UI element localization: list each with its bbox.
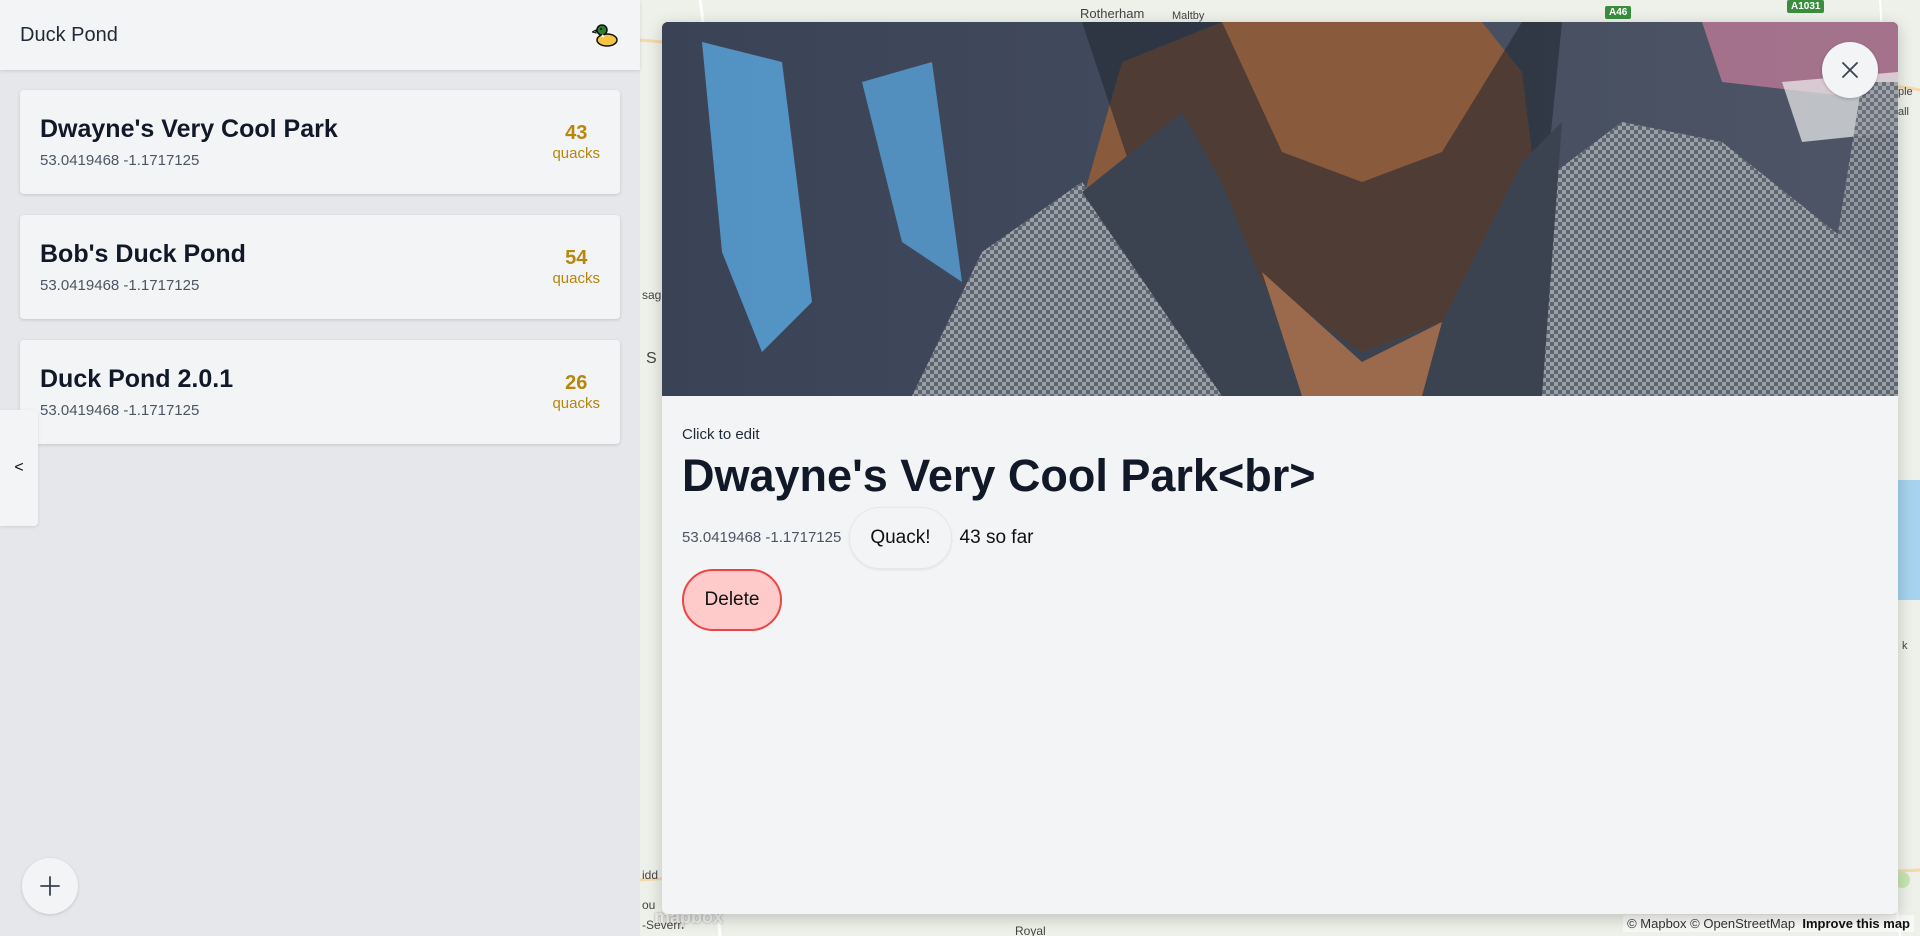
map-label-fragment: S	[646, 350, 657, 367]
road-badge-a1031: A1031	[1787, 0, 1825, 13]
duck-icon[interactable]	[592, 21, 620, 49]
collapse-sidebar-button[interactable]: <	[0, 410, 38, 526]
pond-name: Dwayne's Very Cool Park	[40, 115, 338, 143]
map-label-rotherham: Rotherham	[1080, 6, 1145, 21]
plus-icon	[40, 876, 60, 896]
quack-count-number: 43	[565, 122, 588, 144]
pond-card[interactable]: Dwayne's Very Cool Park 53.0419468 -1.17…	[20, 90, 620, 194]
pond-detail-body: Click to edit Dwayne's Very Cool Park<br…	[662, 396, 1898, 631]
quack-count: 43 quacks	[552, 122, 600, 162]
quack-so-far: 43 so far	[959, 526, 1034, 548]
pond-info: Duck Pond 2.0.1 53.0419468 -1.1717125	[40, 365, 233, 419]
pond-name: Bob's Duck Pond	[40, 240, 246, 268]
pond-card[interactable]: Bob's Duck Pond 53.0419468 -1.1717125 54…	[20, 215, 620, 319]
pond-name: Duck Pond 2.0.1	[40, 365, 234, 393]
map-label-fragment: idd	[642, 868, 659, 882]
map-label-fragment: all	[1898, 106, 1910, 118]
pond-list: Dwayne's Very Cool Park 53.0419468 -1.17…	[0, 70, 640, 444]
pond-info: Dwayne's Very Cool Park 53.0419468 -1.17…	[40, 115, 338, 169]
pond-coords: 53.0419468 -1.1717125	[40, 152, 200, 169]
quack-count-unit: quacks	[552, 145, 600, 162]
pond-info: Bob's Duck Pond 53.0419468 -1.1717125	[40, 240, 246, 294]
quack-count-number: 26	[565, 372, 588, 394]
pond-coords: 53.0419468 -1.1717125	[40, 402, 200, 419]
map-label-fragment: sag	[642, 288, 662, 302]
map-label-fragment: k	[1902, 640, 1908, 652]
app-title: Duck Pond	[20, 23, 118, 46]
map-label-maltby: Maltby	[1172, 10, 1205, 22]
quack-count-unit: quacks	[552, 270, 600, 287]
pond-title-editable[interactable]: Dwayne's Very Cool Park<br>	[682, 451, 1878, 501]
attribution-text[interactable]: © Mapbox © OpenStreetMap	[1627, 916, 1795, 931]
map-label-royal: Royal	[1015, 924, 1046, 936]
add-pond-button[interactable]	[22, 858, 78, 914]
sidebar: Duck Pond Dwayne's Very Cool Park 53.041…	[0, 0, 640, 936]
delete-button[interactable]: Delete	[682, 568, 782, 631]
map-attribution[interactable]: © Mapbox © OpenStreetMap Improve this ma…	[1623, 915, 1914, 932]
pond-coords: 53.0419468 -1.1717125	[40, 277, 200, 294]
quack-button[interactable]: Quack!	[849, 506, 952, 569]
edit-hint: Click to edit	[682, 426, 760, 443]
pond-photo-image	[662, 22, 1898, 396]
quack-count-number: 54	[565, 247, 588, 269]
improve-map-link[interactable]: Improve this map	[1802, 916, 1910, 931]
pond-card[interactable]: Duck Pond 2.0.1 53.0419468 -1.1717125 26…	[20, 340, 620, 444]
app-header: Duck Pond	[0, 0, 640, 70]
quack-count-unit: quacks	[552, 395, 600, 412]
road-badge-a46: A46	[1605, 6, 1632, 19]
pond-meta-row: 53.0419468 -1.1717125 Quack! 43 so far	[682, 506, 1878, 569]
close-modal-button[interactable]	[1822, 42, 1878, 98]
pond-detail-modal: Click to edit Dwayne's Very Cool Park<br…	[662, 22, 1898, 914]
pond-photo	[662, 22, 1898, 396]
map-label-fragment: ple	[1898, 86, 1913, 98]
pond-detail-coords: 53.0419468 -1.1717125	[682, 529, 842, 546]
close-icon	[1842, 62, 1858, 78]
quack-count: 54 quacks	[552, 247, 600, 287]
quack-count: 26 quacks	[552, 372, 600, 412]
